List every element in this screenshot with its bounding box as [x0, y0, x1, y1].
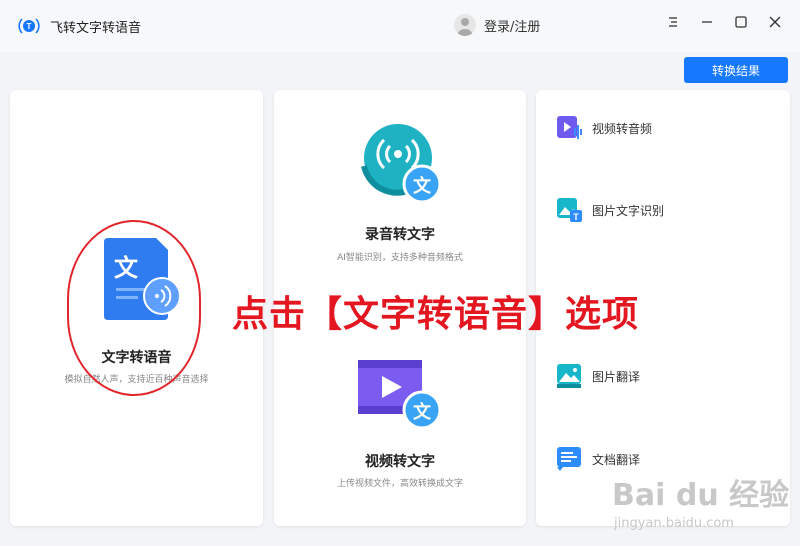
- tool-video-to-audio[interactable]: 视频转音频: [556, 114, 652, 142]
- tool-label: 文档翻译: [592, 452, 641, 467]
- video-audio-icon: [557, 116, 582, 139]
- highlight-oval: [67, 220, 201, 396]
- app-title: 飞转文字转语音: [50, 21, 142, 36]
- icon-char: 文: [413, 401, 432, 423]
- login-label: 登录/注册: [484, 19, 541, 35]
- title-bar: T 飞转文字转语音 登录/注册: [0, 0, 800, 52]
- tool-label: 图片文字识别: [592, 203, 665, 218]
- video-to-text-icon[interactable]: 文: [356, 358, 446, 434]
- login-register-button[interactable]: 登录/注册: [454, 14, 540, 36]
- tool-image-translate[interactable]: 图片翻译: [556, 362, 640, 390]
- app-logo-icon: T: [18, 18, 40, 34]
- minimize-icon[interactable]: [700, 14, 714, 28]
- instruction-annotation: 点击【文字转语音】选项: [232, 294, 640, 335]
- video-to-text-title[interactable]: 视频转文字: [274, 451, 526, 471]
- watermark-url: jingyan.baidu.com: [614, 516, 734, 531]
- svg-text:T: T: [27, 22, 32, 31]
- tool-doc-translate[interactable]: 文档翻译: [556, 445, 640, 473]
- menu-icon[interactable]: [666, 14, 680, 28]
- image-translate-icon: [557, 364, 581, 388]
- tool-image-ocr[interactable]: T 图片文字识别: [556, 196, 664, 224]
- image-ocr-icon: T: [557, 198, 582, 222]
- video-to-text-subtitle: 上传视频文件，高效转换成文字: [336, 479, 463, 489]
- watermark-logo: Bai du 经验: [612, 478, 790, 513]
- svg-text:T: T: [573, 212, 579, 222]
- doc-translate-icon: [557, 447, 581, 471]
- tool-label: 视频转音频: [592, 121, 653, 136]
- record-to-text-subtitle: AI智能识别，支持多种音频格式: [337, 253, 463, 263]
- record-to-text-icon[interactable]: 文: [356, 122, 446, 206]
- icon-char: 文: [413, 175, 432, 197]
- tool-label: 图片翻译: [592, 369, 641, 384]
- record-to-text-title[interactable]: 录音转文字: [274, 224, 526, 244]
- close-icon[interactable]: [768, 14, 782, 28]
- convert-result-button[interactable]: 转换结果: [684, 57, 788, 83]
- avatar: [454, 14, 476, 36]
- maximize-icon[interactable]: [734, 14, 748, 28]
